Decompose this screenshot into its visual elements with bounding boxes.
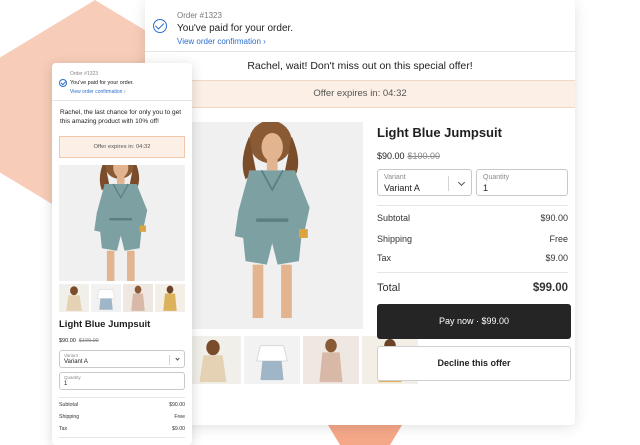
sale-price: $90.00 [59,338,76,344]
product-image[interactable] [185,122,363,329]
compare-price: $100.00 [78,338,99,344]
divider [59,397,185,398]
quantity-label: Quantity [483,174,510,181]
thumbnail-3[interactable] [123,284,153,312]
order-number: Order #1323 [70,71,99,77]
quantity-input[interactable]: Quantity 1 [476,169,568,196]
decline-offer-button[interactable]: Decline this offer [377,346,571,381]
variant-label: Variant [384,174,406,181]
mobile-offer-card: Order #1323 You've paid for your order. … [52,63,192,445]
subtotal-row: Subtotal $90.00 [59,402,185,408]
variant-label: Variant [64,353,78,358]
chevron-down-icon [457,178,466,187]
product-title: Light Blue Jumpsuit [59,319,151,330]
total-row: Total $99.00 [377,282,568,294]
paid-message: You've paid for your order. [70,80,134,86]
divider [52,100,192,101]
shipping-row: Shipping Free [59,414,185,420]
subtotal-value: $90.00 [169,402,185,408]
divider [377,272,568,273]
quantity-input[interactable]: Quantity 1 [59,372,185,390]
select-divider [169,355,170,365]
thumbnail-1[interactable] [59,284,89,312]
offer-timer-banner: Offer expires in: 04:32 [59,136,185,158]
paid-message: You've paid for your order. [177,23,294,34]
sale-price: $90.00 [377,151,405,161]
product-title: Light Blue Jumpsuit [377,125,502,140]
variant-value: Variant A [64,359,88,365]
offer-timer-banner: Offer expires in: 04:32 [145,80,575,108]
quantity-value: 1 [64,381,68,387]
subtotal-label: Subtotal [59,402,79,408]
variant-value: Variant A [384,183,420,193]
pay-now-button[interactable]: Pay now · $99.00 [377,304,571,339]
divider [145,51,575,52]
chevron-down-icon [175,356,180,361]
subtotal-value: $90.00 [540,213,568,223]
shipping-label: Shipping [59,414,80,420]
quantity-value: 1 [483,183,489,193]
view-order-link[interactable]: View order confirmation › [177,37,266,46]
divider [59,437,185,438]
subtotal-label: Subtotal [377,213,411,223]
thumbnail-3[interactable] [303,336,359,384]
thumbnail-strip [59,284,185,312]
product-price: $90.00 $100.00 [377,151,440,161]
total-label: Total [377,282,401,294]
variant-select[interactable]: Variant Variant A [377,169,472,196]
tax-row: Tax $9.00 [59,426,185,432]
product-price: $90.00 $100.00 [59,338,99,344]
divider [377,205,568,206]
offer-headline: Rachel, the last chance for only you to … [60,109,182,126]
view-order-link[interactable]: View order confirmation › [70,89,126,95]
thumbnail-2[interactable] [244,336,300,384]
offer-headline: Rachel, wait! Don't miss out on this spe… [247,60,473,72]
quantity-label: Quantity [64,375,81,380]
select-divider [448,176,449,191]
variant-select[interactable]: Variant Variant A [59,350,185,368]
subtotal-row: Subtotal $90.00 [377,213,568,223]
tax-value: $9.00 [172,426,185,432]
check-circle-icon [59,79,67,87]
thumbnail-2[interactable] [91,284,121,312]
shipping-row: Shipping Free [377,234,568,244]
order-number: Order #1323 [177,11,222,20]
tax-label: Tax [59,426,68,432]
thumbnail-1[interactable] [185,336,241,384]
tax-value: $9.00 [545,253,568,263]
tax-row: Tax $9.00 [377,253,568,263]
product-image[interactable] [59,165,185,281]
shipping-value: Free [549,234,568,244]
shipping-value: Free [174,414,185,420]
compare-price: $100.00 [407,151,441,161]
thumbnail-4[interactable] [155,284,185,312]
desktop-offer-card: Order #1323 You've paid for your order. … [145,0,575,425]
total-value: $99.00 [532,282,568,294]
shipping-label: Shipping [377,234,413,244]
tax-label: Tax [377,253,392,263]
check-circle-icon [153,19,167,33]
